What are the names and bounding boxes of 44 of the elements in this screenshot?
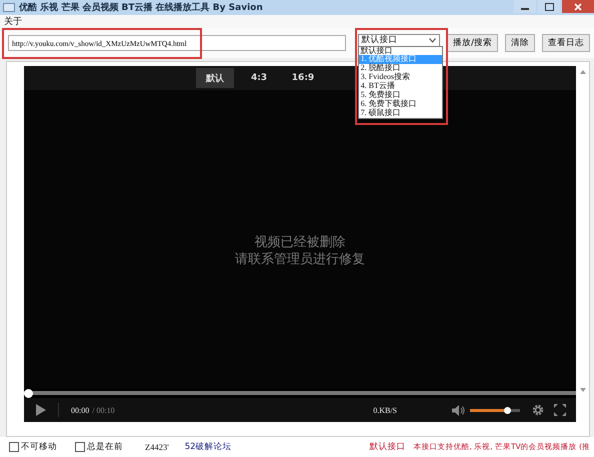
caret-icon (429, 38, 436, 42)
player-message: 请联系管理员进行修复 (235, 251, 365, 268)
close-icon (574, 2, 582, 10)
maximize-icon (544, 2, 554, 10)
aspect-button[interactable]: 默认 (196, 68, 234, 88)
volume-handle[interactable] (504, 406, 510, 414)
checkbox-label: 总是在前 (87, 441, 123, 453)
volume-icon[interactable] (452, 404, 465, 416)
window-icon (3, 3, 15, 12)
checkbox[interactable] (9, 442, 19, 452)
download-speed: 0.KB/S (373, 406, 397, 414)
play-icon[interactable] (36, 404, 46, 416)
close-button[interactable] (562, 0, 594, 13)
aspect-button[interactable]: 4:3 (240, 68, 278, 88)
fullscreen-icon[interactable] (554, 404, 566, 416)
dropdown-option[interactable]: 4. BT云播 (358, 82, 442, 92)
time-current: 00:00 (71, 406, 90, 414)
menu-item[interactable]: 关于 (4, 15, 22, 28)
dropdown-option[interactable]: 6. 免费下载接口 (358, 100, 442, 109)
progress-handle[interactable] (24, 389, 33, 398)
status-source: 默认接口 (369, 441, 406, 453)
scroll-down-icon[interactable] (580, 388, 586, 392)
maximize-button[interactable] (538, 0, 560, 13)
progress-track[interactable] (24, 389, 576, 398)
toolbar-button[interactable]: 播放/搜索 (447, 34, 498, 52)
version-label: Z4423' (145, 442, 169, 452)
scroll-up-icon[interactable] (580, 70, 586, 74)
checkbox[interactable] (75, 442, 85, 452)
forum-link[interactable]: 52破解论坛 (184, 441, 232, 453)
dropdown-value: 默认接口 (362, 34, 398, 46)
dropdown-option[interactable]: 5. 免费接口 (358, 91, 442, 100)
window-title: 优酷 乐视 芒果 会员视频 BT云播 在线播放工具 By Savion (19, 1, 263, 14)
settings-icon[interactable] (532, 404, 544, 416)
dropdown-option[interactable]: 2. 脱酷接口 (358, 64, 442, 74)
minimize-button[interactable] (514, 0, 536, 13)
checkbox-label: 不可移动 (21, 441, 57, 453)
aspect-button[interactable]: 16:9 (284, 68, 322, 88)
toolbar-button[interactable]: 查看日志 (542, 34, 590, 52)
toolbar-button[interactable]: 清除 (505, 34, 535, 52)
dropdown-option[interactable]: 3. Fvideos搜索 (358, 73, 442, 82)
player-message: 视频已经被删除 (254, 234, 346, 251)
time-total: / 00:10 (92, 406, 115, 414)
dropdown-option[interactable]: 7. 硕鼠接口 (358, 108, 442, 118)
dropdown-option[interactable]: 默认接口 (358, 46, 442, 56)
